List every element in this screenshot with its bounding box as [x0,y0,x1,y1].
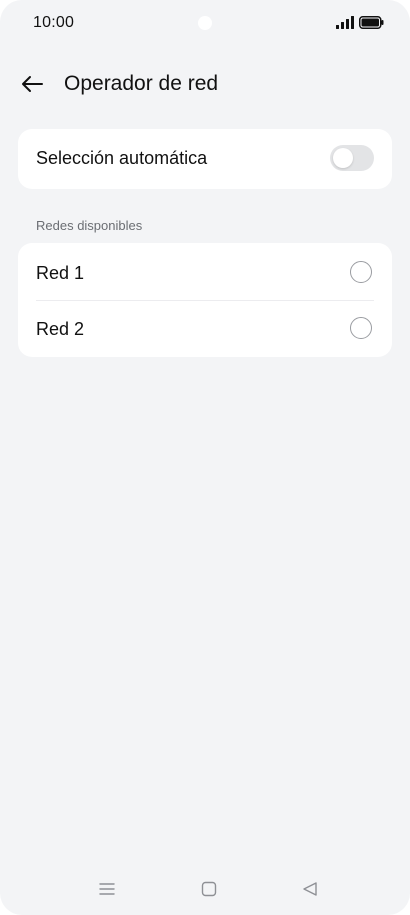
auto-selection-toggle[interactable] [330,145,374,171]
screen: 10:00 Operador de red Selección automáti… [0,0,410,915]
network-label: Red 2 [36,319,85,339]
available-networks-label: Redes disponibles [36,218,143,233]
back-icon[interactable] [301,880,319,898]
arrow-left-icon [22,76,43,92]
battery-icon [359,16,384,29]
home-icon[interactable] [200,880,218,898]
menu-icon[interactable] [98,880,116,898]
back-button[interactable] [16,68,48,100]
network-item-red-1[interactable]: Red 1 [18,244,392,301]
radio-button[interactable] [350,261,372,283]
auto-selection-label: Selección automática [36,148,208,168]
toggle-knob [333,148,353,168]
status-time: 10:00 [33,14,75,31]
auto-selection-card: Selección automática [18,129,392,189]
status-bar: 10:00 [0,0,410,46]
network-item-red-2[interactable]: Red 2 [18,300,392,356]
networks-list: Red 1 Red 2 [18,243,392,357]
header: Operador de red [0,62,410,106]
signal-icon [336,16,354,29]
page-title: Operador de red [64,72,219,95]
radio-button[interactable] [350,317,372,339]
network-label: Red 1 [36,263,85,283]
camera-cutout [198,16,212,30]
navigation-bar [0,870,410,910]
